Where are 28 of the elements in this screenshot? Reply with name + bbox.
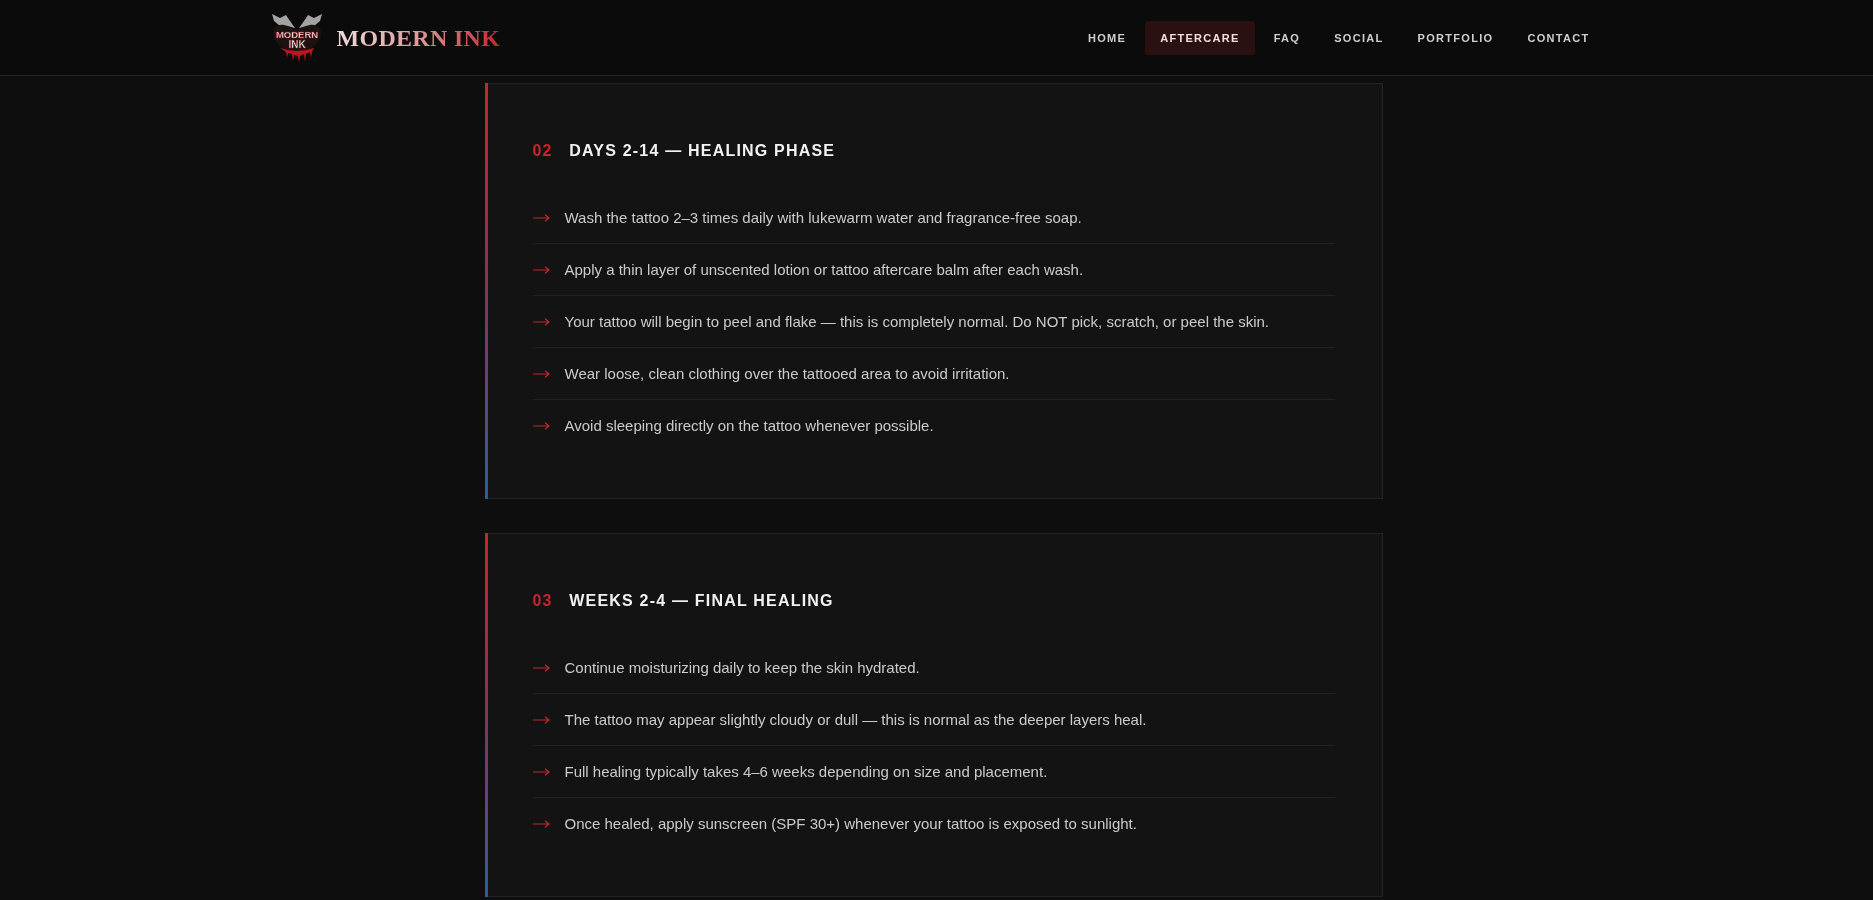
nav-link[interactable]: HOME [1072,20,1142,55]
tip-text: Full healing typically takes 4–6 weeks depending on size and placement. [564,762,1048,782]
arrow-right-icon [532,663,550,672]
tip-text: Avoid sleeping directly on the tattoo whenever possible. [564,416,934,436]
arrow-right-icon [532,317,550,326]
tip-text: Your tattoo will begin to peel and flake — this is completely normal. Do NOT pick, scratch, or peel the skin. [564,312,1269,332]
nav-link[interactable]: SOCIAL [1319,20,1399,55]
section-number: 03 [532,592,553,610]
section-number: 02 [532,142,553,160]
tip-text: Once healed, apply sunscreen (SPF 30+) whenever your tattoo is exposed to sunlight. [564,814,1137,834]
arrow-right-icon [532,265,550,274]
section-title: WEEKS 2-4 — FINAL HEALING [569,592,834,610]
arrow-right-icon [532,421,550,430]
nav-link[interactable]: CONTACT [1512,20,1605,55]
section-title: DAYS 2-14 — HEALING PHASE [569,142,836,160]
tip-text: The tattoo may appear slightly cloudy or dull — this is normal as the deeper layers heal. [564,710,1147,730]
arrow-right-icon [532,819,550,828]
nav-link[interactable]: AFTERCARE [1145,20,1255,55]
arrow-right-icon [532,715,550,724]
tip-text: Continue moisturizing daily to keep the skin hydrated. [564,658,920,678]
nav-link[interactable]: FAQ [1258,20,1316,55]
nav-link[interactable]: PORTFOLIO [1402,20,1509,55]
arrow-right-icon [532,369,550,378]
tip-text: Apply a thin layer of unscented lotion or tattoo aftercare balm after each wash. [564,260,1084,280]
tip-text: Wash the tattoo 2–3 times daily with lukewarm water and fragrance-free soap. [564,208,1082,228]
arrow-right-icon [532,767,550,776]
tip-text: Wear loose, clean clothing over the tattooed area to avoid irritation. [564,364,1010,384]
arrow-right-icon [532,213,550,222]
